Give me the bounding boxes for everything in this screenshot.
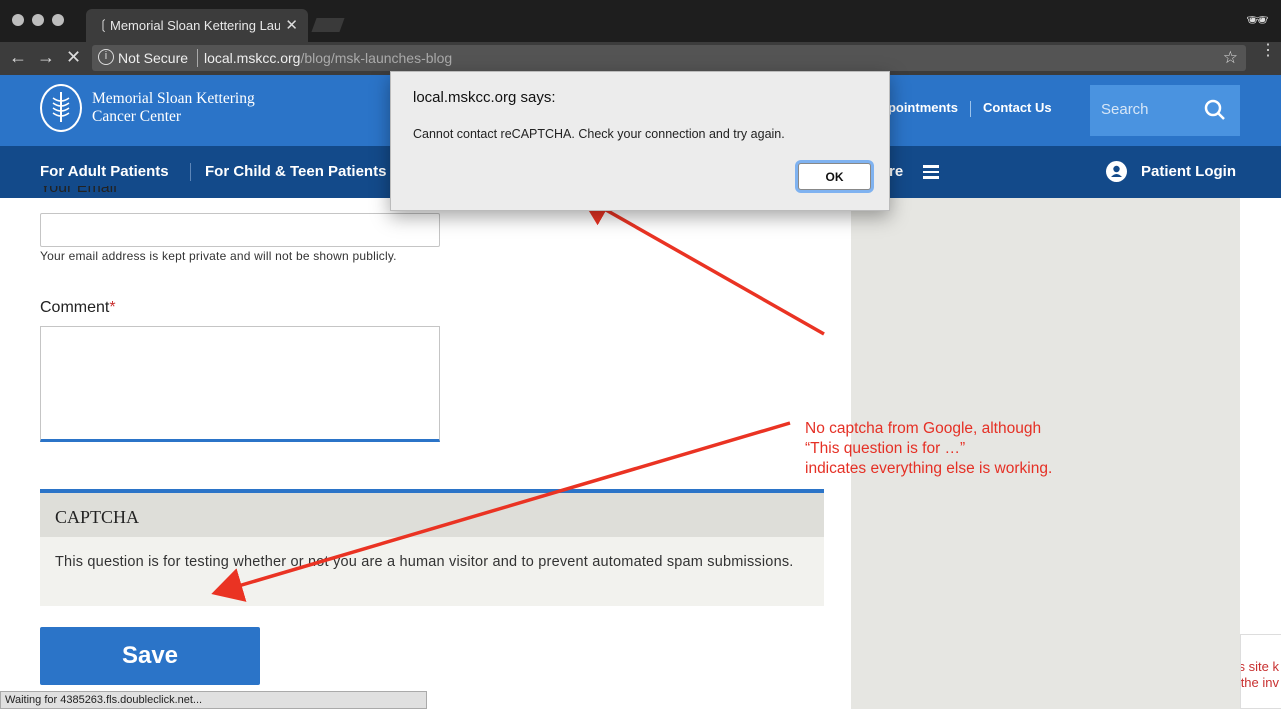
arrow-to-captcha bbox=[211, 421, 791, 602]
ok-button[interactable]: OK bbox=[798, 163, 871, 190]
dialog-message: Cannot contact reCAPTCHA. Check your con… bbox=[413, 127, 785, 141]
alert-dialog: local.mskcc.org says: Cannot contact reC… bbox=[390, 71, 890, 211]
dialog-title: local.mskcc.org says: bbox=[413, 89, 556, 106]
arrow-to-dialog bbox=[578, 194, 825, 336]
